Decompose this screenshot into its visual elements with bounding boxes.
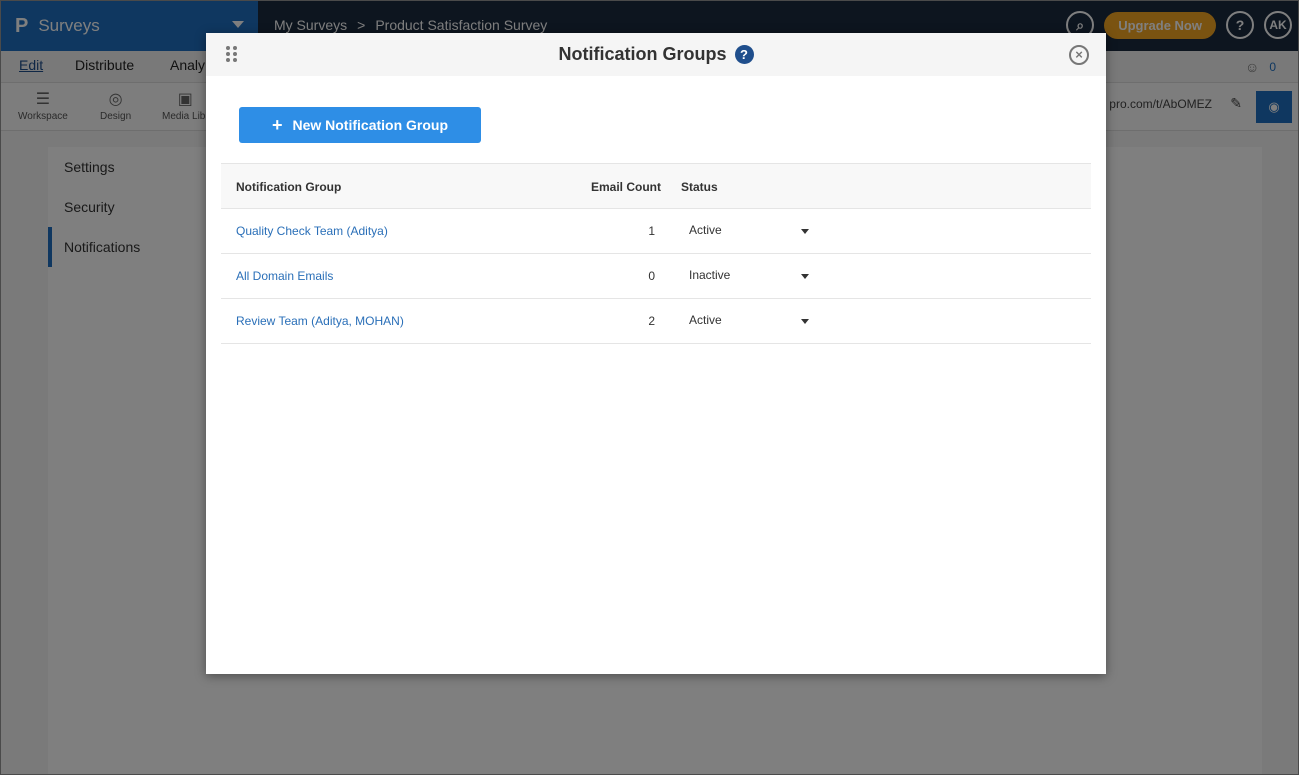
column-header-status: Status: [681, 180, 718, 194]
status-select[interactable]: Active: [689, 223, 722, 237]
column-header-count: Email Count: [591, 180, 662, 194]
group-name-link[interactable]: All Domain Emails: [236, 269, 333, 283]
status-select[interactable]: Active: [689, 313, 722, 327]
dialog-title-wrap: Notification Groups?: [206, 44, 1106, 65]
notification-groups-dialog: Notification Groups? × + New Notificatio…: [206, 33, 1106, 674]
table-row: Review Team (Aditya, MOHAN) 2 Active: [221, 299, 1091, 344]
app-window: P Surveys My Surveys > Product Satisfact…: [0, 0, 1299, 775]
chevron-down-icon[interactable]: [801, 274, 809, 279]
dialog-header: Notification Groups? ×: [206, 33, 1106, 76]
table-row: Quality Check Team (Aditya) 1 Active: [221, 209, 1091, 254]
plus-icon: +: [271, 114, 283, 135]
chevron-down-icon[interactable]: [801, 229, 809, 234]
chevron-down-icon[interactable]: [801, 319, 809, 324]
help-icon[interactable]: ?: [734, 45, 754, 64]
dialog-title: Notification Groups: [558, 44, 727, 64]
new-notification-group-button[interactable]: + New Notification Group: [239, 107, 481, 143]
new-notification-group-label: New Notification Group: [292, 117, 449, 133]
email-count: 1: [648, 224, 655, 238]
notification-groups-table: Notification Group Email Count Status Qu…: [221, 163, 1091, 344]
close-icon[interactable]: ×: [1069, 45, 1089, 65]
table-header: Notification Group Email Count Status: [221, 163, 1091, 209]
status-select[interactable]: Inactive: [689, 268, 730, 282]
email-count: 2: [648, 314, 655, 328]
table-row: All Domain Emails 0 Inactive: [221, 254, 1091, 299]
email-count: 0: [648, 269, 655, 283]
group-name-link[interactable]: Review Team (Aditya, MOHAN): [236, 314, 404, 328]
group-name-link[interactable]: Quality Check Team (Aditya): [236, 224, 388, 238]
column-header-group: Notification Group: [236, 180, 342, 194]
